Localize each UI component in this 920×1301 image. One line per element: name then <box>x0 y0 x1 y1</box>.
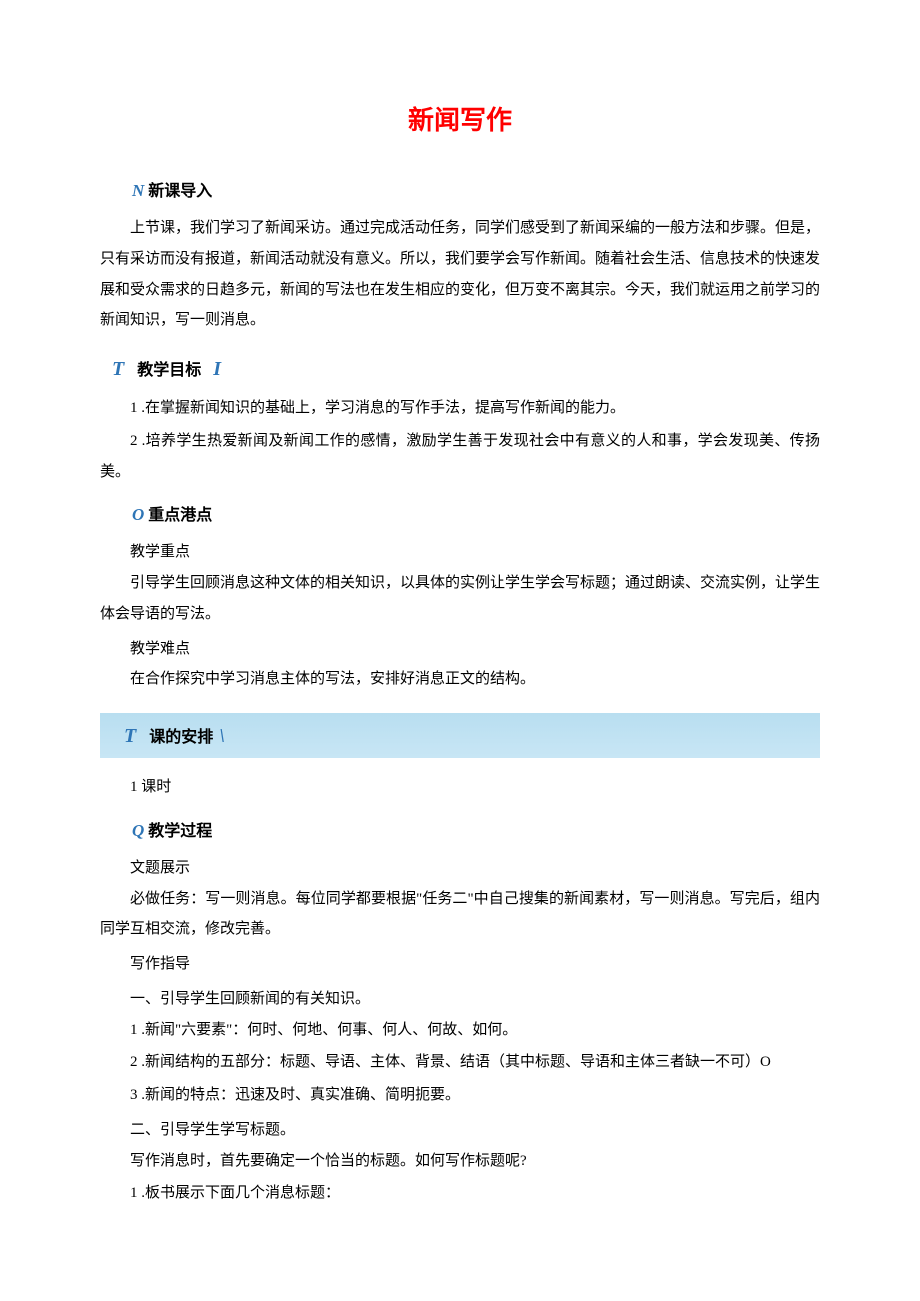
section-prefix: Q <box>132 821 144 840</box>
process-sub2: 写作指导 <box>100 949 820 980</box>
target-item-2: 2 .培养学生热爱新闻及新闻工作的感情，激励学生善于发现社会中有意义的人和事，学… <box>100 426 820 488</box>
key-sub1-title: 教学重点 <box>100 537 820 568</box>
section-key-heading: O重点港点 <box>100 501 820 525</box>
process-sub1-text: 必做任务：写一则消息。每位同学都要根据"任务二"中自己搜集的新闻素材，写一则消息… <box>100 884 820 946</box>
process-sub1: 文题展示 <box>100 853 820 884</box>
section-heading-text: 课的安排 <box>149 729 213 746</box>
section-suffix: \ <box>219 725 226 747</box>
process-sec1-item3: 3 .新闻的特点：迅速及时、真实准确、简明扼要。 <box>100 1080 820 1111</box>
schedule-text: 1 课时 <box>100 772 820 803</box>
page-title: 新闻写作 <box>100 100 820 137</box>
key-sub2-title: 教学难点 <box>100 634 820 665</box>
process-sec2-item1: 1 .板书展示下面几个消息标题： <box>100 1178 820 1209</box>
key-sub1-text: 引导学生回顾消息这种文体的相关知识，以具体的实例让学生学会写标题；通过朗读、交流… <box>100 568 820 630</box>
section-target-heading: T 教学目标 I <box>112 356 820 381</box>
section-schedule-heading: T 课的安排 \ <box>100 713 820 758</box>
intro-paragraph: 上节课，我们学习了新闻采访。通过完成活动任务，同学们感受到了新闻采编的一般方法和… <box>100 213 820 336</box>
section-prefix: T <box>112 358 125 380</box>
section-heading-text: 重点港点 <box>148 507 212 524</box>
key-sub2-text: 在合作探究中学习消息主体的写法，安排好消息正文的结构。 <box>100 664 820 695</box>
target-item-1: 1 .在掌握新闻知识的基础上，学习消息的写作手法，提高写作新闻的能力。 <box>100 393 820 424</box>
process-sec2-title: 二、引导学生学写标题。 <box>100 1115 820 1146</box>
section-intro-heading: N新课导入 <box>100 177 820 201</box>
section-heading-text: 新课导入 <box>148 183 212 200</box>
section-suffix: I <box>213 358 222 380</box>
process-sec1-item1: 1 .新闻"六要素"：何时、何地、何事、何人、何故、如何。 <box>100 1015 820 1046</box>
section-prefix: N <box>132 181 144 200</box>
section-heading-text: 教学目标 <box>137 362 201 379</box>
section-heading-text: 教学过程 <box>148 823 212 840</box>
section-prefix: O <box>132 505 144 524</box>
process-sec2-text1: 写作消息时，首先要确定一个恰当的标题。如何写作标题呢? <box>100 1146 820 1177</box>
process-sec1-title: 一、引导学生回顾新闻的有关知识。 <box>100 984 820 1015</box>
section-prefix: T <box>124 725 137 747</box>
section-process-heading: Q教学过程 <box>100 817 820 841</box>
process-sec1-item2: 2 .新闻结构的五部分：标题、导语、主体、背景、结语（其中标题、导语和主体三者缺… <box>100 1047 820 1078</box>
